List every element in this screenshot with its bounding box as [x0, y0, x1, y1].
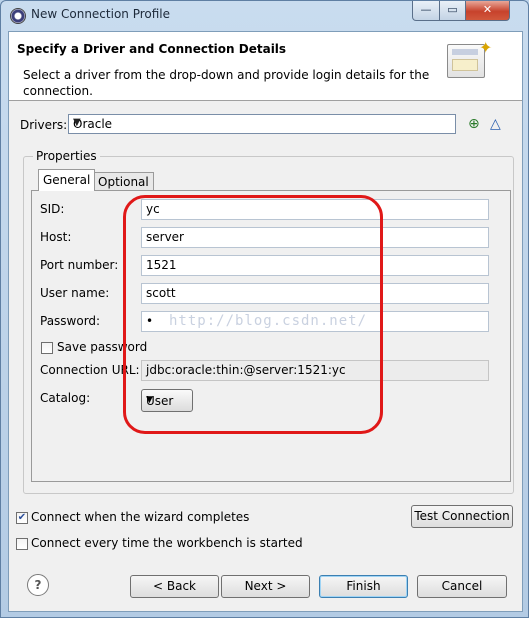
tab-general[interactable]: General: [38, 169, 96, 191]
close-button[interactable]: ✕: [465, 1, 510, 21]
page-title: Specify a Driver and Connection Details: [17, 42, 287, 56]
cancel-button[interactable]: Cancel: [417, 575, 507, 598]
save-password-checkbox[interactable]: [41, 342, 53, 354]
properties-group-label: Properties: [33, 149, 100, 163]
minimize-button[interactable]: —: [412, 1, 440, 21]
maximize-button[interactable]: ▭: [439, 1, 466, 21]
connect-every-time-checkbox[interactable]: [16, 538, 28, 550]
connection-url-label: Connection URL:: [40, 363, 140, 377]
port-label: Port number:: [40, 258, 119, 272]
connect-on-complete-checkbox[interactable]: ✔: [16, 512, 28, 524]
drivers-label: Drivers:: [20, 118, 68, 132]
username-label: User name:: [40, 286, 110, 300]
tab-optional[interactable]: Optional: [93, 172, 154, 191]
help-icon[interactable]: ?: [27, 574, 49, 596]
save-password-label: Save password: [57, 340, 148, 354]
chevron-down-icon: ▼: [73, 117, 81, 128]
password-label: Password:: [40, 314, 101, 328]
new-driver-icon[interactable]: ⊕: [468, 116, 480, 132]
dialog-client-area: Specify a Driver and Connection Details …: [8, 31, 523, 612]
catalog-label: Catalog:: [40, 391, 91, 405]
host-input[interactable]: server: [141, 227, 489, 248]
password-input[interactable]: •: [141, 311, 489, 332]
sparkle-icon: ✦: [479, 38, 493, 57]
back-button[interactable]: < Back: [130, 575, 219, 598]
next-button[interactable]: Next >: [221, 575, 310, 598]
sid-label: SID:: [40, 202, 65, 216]
connect-on-complete-label: Connect when the wizard completes: [31, 510, 250, 524]
connection-url-field: jdbc:oracle:thin:@server:1521:yc: [141, 360, 489, 381]
catalog-dropdown[interactable]: User ▼: [141, 389, 193, 412]
test-connection-button[interactable]: Test Connection: [411, 505, 513, 528]
host-label: Host:: [40, 230, 72, 244]
username-input[interactable]: scott: [141, 283, 489, 304]
title-bar[interactable]: New Connection Profile — ▭ ✕: [1, 1, 528, 29]
sid-input[interactable]: yc: [141, 199, 489, 220]
dialog-window: New Connection Profile — ▭ ✕ Specify a D…: [0, 0, 529, 618]
chevron-down-icon: ▼: [146, 395, 153, 405]
connect-every-time-label: Connect every time the workbench is star…: [31, 536, 303, 550]
finish-button[interactable]: Finish: [319, 575, 408, 598]
wizard-header: Specify a Driver and Connection Details …: [9, 32, 522, 101]
page-description: Select a driver from the drop-down and p…: [23, 68, 430, 98]
edit-driver-icon[interactable]: △: [490, 116, 501, 132]
window-title: New Connection Profile: [31, 7, 171, 21]
drivers-dropdown[interactable]: Oracle ▼: [68, 114, 456, 134]
port-input[interactable]: 1521: [141, 255, 489, 276]
eclipse-icon: [10, 8, 26, 24]
